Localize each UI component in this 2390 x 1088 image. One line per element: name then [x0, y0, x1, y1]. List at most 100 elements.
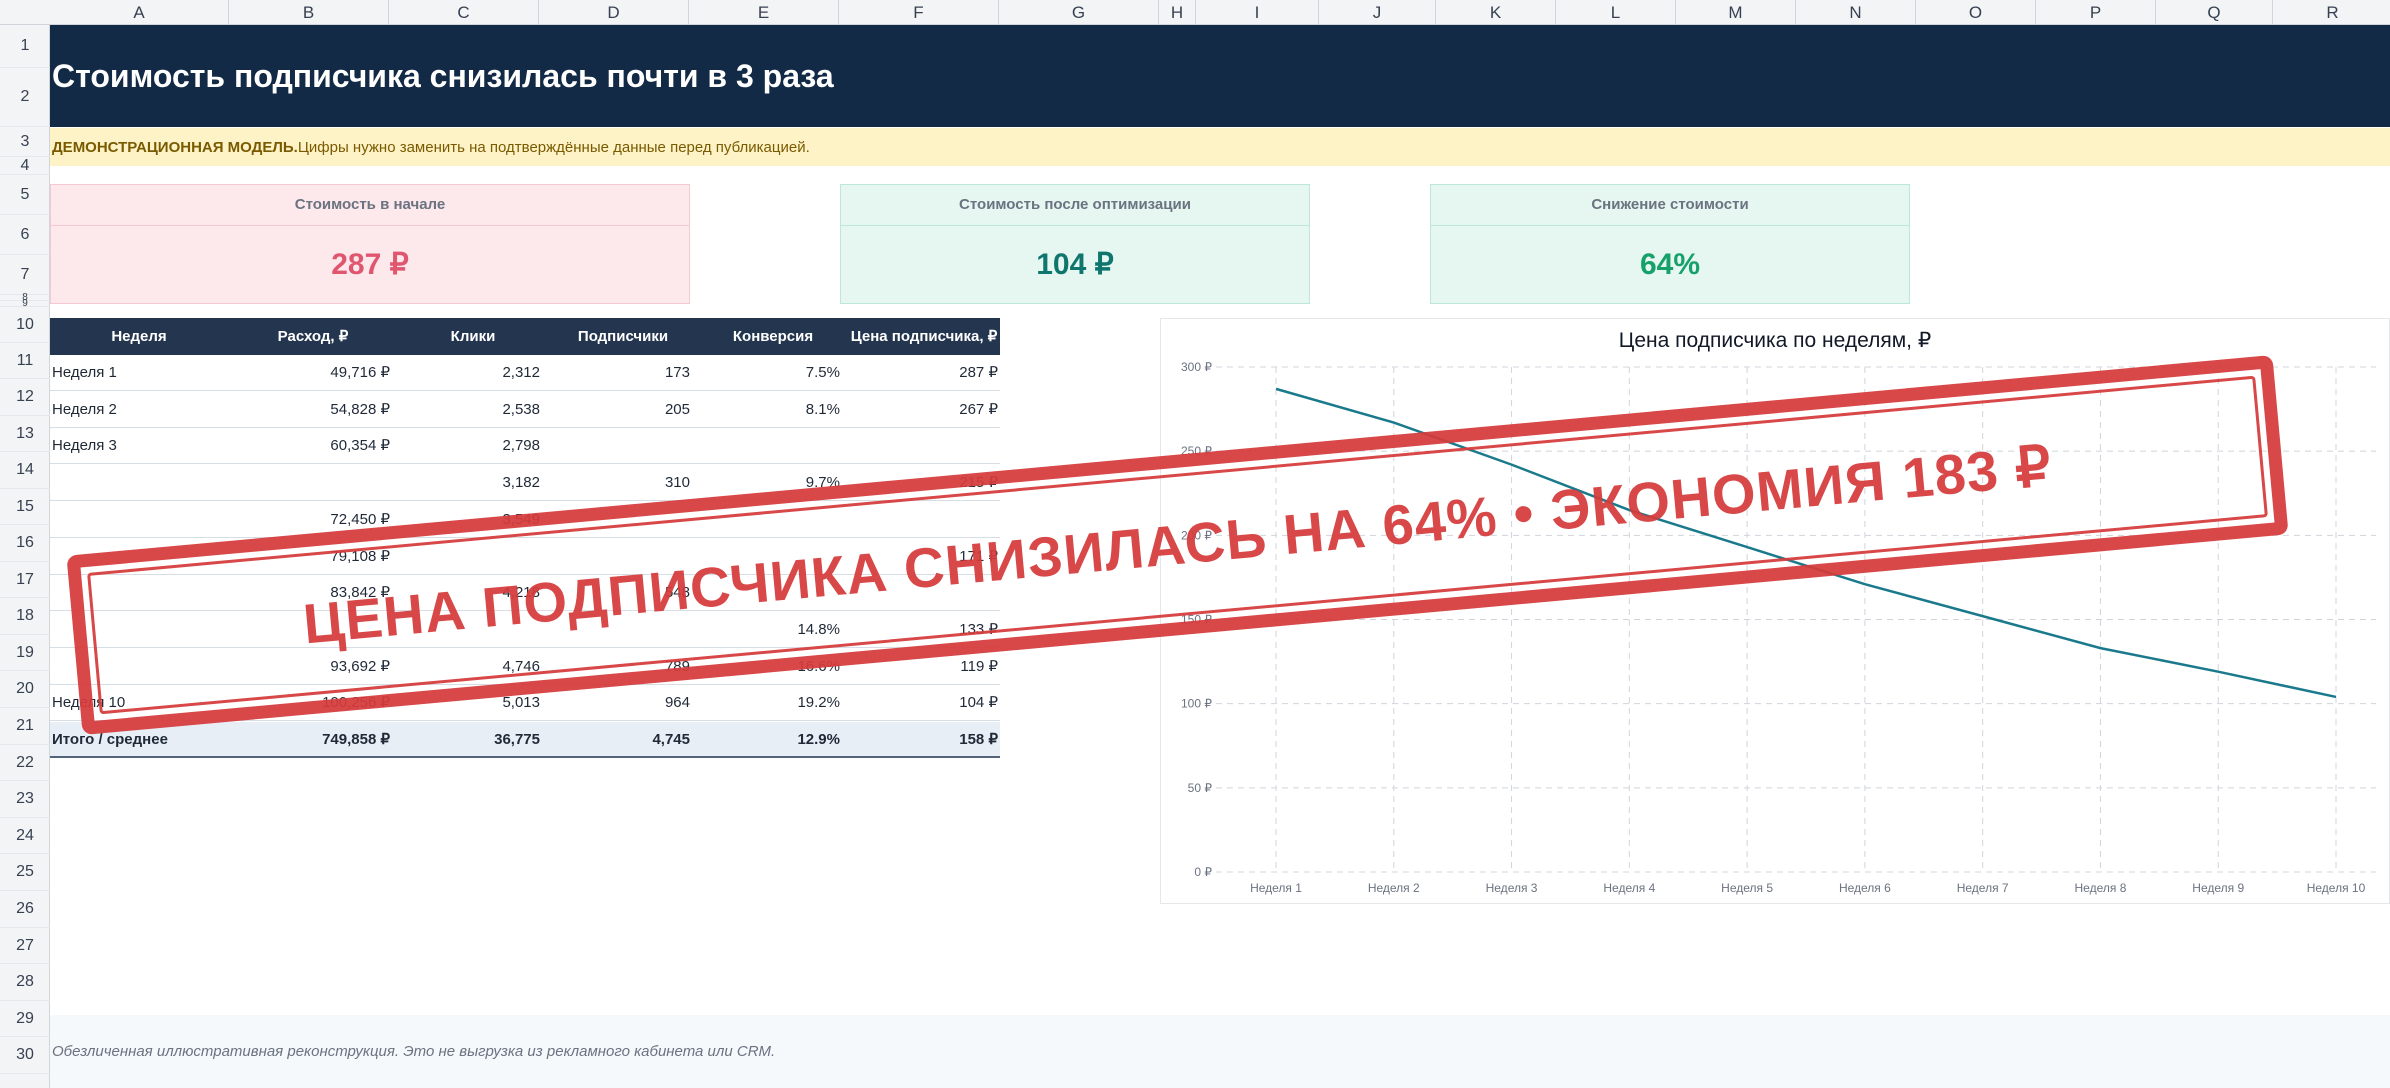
- row-header-29[interactable]: 29: [0, 1001, 50, 1037]
- row-header-18[interactable]: 18: [0, 598, 50, 635]
- table-cell: 2,312: [502, 364, 540, 381]
- table-cell: 12.9%: [797, 731, 840, 748]
- row-header-20[interactable]: 20: [0, 671, 50, 708]
- column-header: Подписчики: [577, 328, 669, 345]
- column-header-e[interactable]: E: [689, 0, 839, 25]
- table-cell: 173: [664, 364, 690, 381]
- row-header-17[interactable]: 17: [0, 562, 50, 598]
- x-tick-label: Неделя 1: [1250, 881, 1302, 895]
- x-tick-label: Неделя 2: [1368, 881, 1420, 895]
- row-header-19[interactable]: 19: [0, 635, 50, 671]
- kpi-card-optimized-cost[interactable]: Стоимость после оптимизации 104 ₽: [840, 184, 1310, 304]
- x-tick-label: Неделя 8: [2075, 881, 2127, 895]
- column-header-l[interactable]: L: [1556, 0, 1676, 25]
- column-header-m[interactable]: M: [1676, 0, 1796, 25]
- column-header-r[interactable]: R: [2273, 0, 2390, 25]
- table-row[interactable]: Неделя 3 60,354 ₽ 2,798: [50, 428, 1000, 465]
- table-total-row[interactable]: Итого / среднее 749,858 ₽36,775 4,745 12.9%…: [50, 722, 1000, 758]
- row-header-bar: 1 2 3 4 5 6 7 8 9 10 11 12 13 14 15 16 17 18 19 20 21 22 23 24 2…: [0, 25, 50, 1088]
- row-header-28[interactable]: 28: [0, 964, 50, 1001]
- table-cell: [540, 428, 690, 464]
- table-cell: 749,858 ₽: [322, 731, 390, 748]
- y-tick-label: 300 ₽: [1181, 360, 1212, 374]
- table-cell: 205: [664, 400, 690, 418]
- row-header-10[interactable]: 10: [0, 307, 50, 343]
- table-cell: Неделя 3: [52, 437, 117, 455]
- row-header-27[interactable]: 27: [0, 928, 50, 964]
- table-cell: 2,798: [502, 437, 540, 455]
- table-cell: 104 ₽: [959, 694, 998, 712]
- row-header-21[interactable]: 21: [0, 708, 50, 745]
- row-header-12[interactable]: 12: [0, 379, 50, 416]
- kpi-value: 287 ₽: [331, 248, 409, 281]
- row-header-6[interactable]: 6: [0, 215, 50, 255]
- demo-note-strong: ДЕМОНСТРАЦИОННАЯ МОДЕЛЬ.: [52, 138, 298, 156]
- table-cell: Неделя 2: [52, 400, 117, 418]
- table-cell: 60,354 ₽: [330, 437, 390, 455]
- table-cell: 158 ₽: [959, 731, 998, 748]
- row-header-22[interactable]: 22: [0, 745, 50, 781]
- row-header-2[interactable]: 2: [0, 68, 50, 127]
- row-header-3[interactable]: 3: [0, 127, 50, 157]
- column-header-p[interactable]: P: [2036, 0, 2156, 25]
- x-tick-label: Неделя 6: [1839, 881, 1891, 895]
- column-header-o[interactable]: O: [1916, 0, 2036, 25]
- row-header-25[interactable]: 25: [0, 854, 50, 891]
- column-header-h[interactable]: H: [1159, 0, 1196, 25]
- table-cell: 19.2%: [797, 694, 840, 712]
- row-header-13[interactable]: 13: [0, 416, 50, 452]
- table-cell: [52, 465, 222, 501]
- table-cell: 287 ₽: [959, 364, 998, 381]
- column-header-j[interactable]: J: [1319, 0, 1436, 25]
- table-row[interactable]: Неделя 2 54,828 ₽ 2,538 205 8.1% 267 ₽: [50, 392, 1000, 428]
- y-tick-label: 0 ₽: [1194, 865, 1212, 879]
- table-cell: 54,828 ₽: [330, 400, 390, 418]
- row-header-30[interactable]: 30: [0, 1037, 50, 1074]
- kpi-card-start-cost[interactable]: Стоимость в начале 287 ₽: [50, 184, 690, 304]
- row-header-14[interactable]: 14: [0, 452, 50, 489]
- column-header-a[interactable]: A: [50, 0, 229, 25]
- table-cell: 3,182: [502, 474, 540, 492]
- x-tick-label: Неделя 4: [1603, 881, 1655, 895]
- row-header-1[interactable]: 1: [0, 25, 50, 68]
- table-cell: [840, 428, 998, 464]
- column-header-k[interactable]: K: [1436, 0, 1556, 25]
- column-header-q[interactable]: Q: [2156, 0, 2273, 25]
- table-cell: 310: [664, 474, 690, 492]
- kpi-label: Снижение стоимости: [1591, 196, 1749, 213]
- column-header-n[interactable]: N: [1796, 0, 1916, 25]
- table-row[interactable]: Неделя 1 49,716 ₽ 2,312 173 7.5% 287 ₽: [50, 355, 1000, 391]
- x-tick-label: Неделя 3: [1486, 881, 1538, 895]
- table-cell: [52, 502, 222, 538]
- row-header-24[interactable]: 24: [0, 818, 50, 854]
- column-header-f[interactable]: F: [839, 0, 999, 25]
- row-header-4[interactable]: 4: [0, 157, 50, 175]
- row-header-7[interactable]: 7: [0, 255, 50, 295]
- table-cell: Неделя 1: [52, 364, 117, 381]
- footer-note: Обезличенная иллюстративная реконструкци…: [52, 1043, 776, 1060]
- row-header-15[interactable]: 15: [0, 489, 50, 525]
- row-header-23[interactable]: 23: [0, 781, 50, 818]
- x-tick-label: Неделя 10: [2307, 881, 2366, 895]
- kpi-label: Стоимость после оптимизации: [959, 196, 1191, 213]
- column-header-b[interactable]: B: [229, 0, 389, 25]
- kpi-value: 64%: [1639, 247, 1701, 281]
- row-header-5[interactable]: 5: [0, 175, 50, 215]
- table-cell: [690, 428, 840, 464]
- x-tick-label: Неделя 9: [2192, 881, 2244, 895]
- x-tick-label: Неделя 7: [1957, 881, 2009, 895]
- kpi-card-reduction[interactable]: Снижение стоимости 64%: [1430, 184, 1910, 304]
- chart-title: Цена подписчика по неделям, ₽: [1619, 329, 1931, 352]
- column-header-i[interactable]: I: [1196, 0, 1319, 25]
- table-header-row: Неделя Расход, ₽ Клики Подписчики Конверсия Ц…: [50, 318, 1000, 355]
- row-header-26[interactable]: 26: [0, 891, 50, 928]
- kpi-label: Стоимость в начале: [294, 196, 446, 213]
- y-tick-label: 100 ₽: [1181, 697, 1212, 711]
- column-header-g[interactable]: G: [999, 0, 1159, 25]
- table-cell: 2,538: [502, 400, 540, 418]
- column-header-c[interactable]: C: [389, 0, 539, 25]
- row-header-11[interactable]: 11: [0, 343, 50, 379]
- row-header-16[interactable]: 16: [0, 525, 50, 562]
- column-header-d[interactable]: D: [539, 0, 689, 25]
- table-cell: 8.1%: [805, 400, 840, 418]
